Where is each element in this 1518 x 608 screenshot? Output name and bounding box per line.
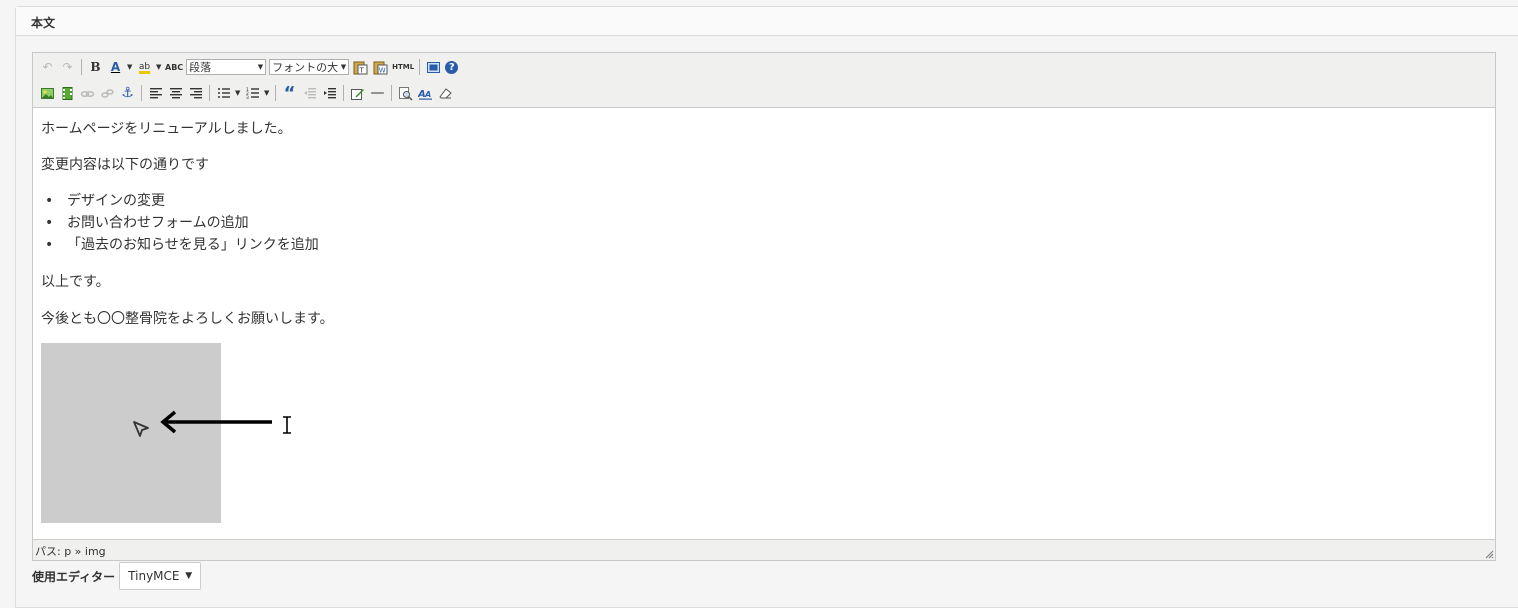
toolbar-separator bbox=[275, 85, 276, 101]
undo-icon[interactable]: ↶ bbox=[39, 59, 56, 76]
highlight-color-icon[interactable]: ab bbox=[136, 59, 153, 76]
paste-word-icon[interactable]: W bbox=[372, 59, 389, 76]
tinymce-editor: ↶ ↷ B A ▼ ab ▼ ABC 段落 ▼ フォントの大 ▼ T W HTM… bbox=[32, 52, 1496, 561]
toolbar-separator bbox=[343, 85, 344, 101]
editor-selector-row: 使用エディター TinyMCE ▼ bbox=[32, 561, 202, 591]
svg-text:A: A bbox=[424, 90, 431, 99]
bullet-list-dropdown-icon[interactable]: ▼ bbox=[235, 89, 241, 97]
insert-image-icon[interactable] bbox=[39, 85, 56, 102]
bullet-icon: • bbox=[45, 215, 54, 231]
chevron-down-icon: ▼ bbox=[185, 571, 193, 581]
chevron-down-icon: ▼ bbox=[340, 63, 347, 71]
remove-format-icon[interactable] bbox=[437, 85, 454, 102]
panel-header: 本文 bbox=[16, 7, 1518, 36]
list-item-text: お問い合わせフォームの追加 bbox=[67, 215, 249, 231]
change-list: • デザインの変更 • お問い合わせフォームの追加 • 「過去のお知らせを見る」リンク… bbox=[41, 190, 319, 256]
unlink-icon[interactable] bbox=[99, 85, 116, 102]
align-left-icon[interactable] bbox=[147, 85, 164, 102]
font-size-select-value: フォントの大 bbox=[272, 61, 339, 74]
toolbar-separator bbox=[391, 85, 392, 101]
preview-icon[interactable] bbox=[397, 85, 414, 102]
resize-handle-icon[interactable] bbox=[1484, 549, 1494, 559]
toolbar-separator bbox=[81, 59, 82, 75]
editor-select[interactable]: TinyMCE ▼ bbox=[119, 562, 202, 590]
align-right-icon[interactable] bbox=[187, 85, 204, 102]
toolbar-row-1: ↶ ↷ B A ▼ ab ▼ ABC 段落 ▼ フォントの大 ▼ T W HTM… bbox=[39, 56, 459, 78]
svg-text:3: 3 bbox=[246, 95, 249, 100]
styles-icon[interactable]: AA bbox=[417, 85, 434, 102]
outdent-icon[interactable] bbox=[301, 85, 318, 102]
body-panel: 本文 ↶ ↷ B A ▼ ab ▼ ABC 段落 ▼ フォントの大 ▼ T W … bbox=[15, 6, 1518, 608]
html-source-icon[interactable]: HTML bbox=[392, 63, 414, 71]
link-icon[interactable] bbox=[79, 85, 96, 102]
svg-text:T: T bbox=[359, 66, 365, 74]
editor-statusbar: パス: p » img bbox=[33, 539, 1495, 560]
highlight-color-dropdown-icon[interactable]: ▼ bbox=[156, 63, 162, 71]
anchor-icon[interactable]: ⚓ bbox=[119, 85, 136, 102]
numbered-list-dropdown-icon[interactable]: ▼ bbox=[264, 89, 270, 97]
list-item: • お問い合わせフォームの追加 bbox=[41, 212, 319, 234]
paragraph-changes: 変更内容は以下の通りです bbox=[41, 157, 209, 173]
paragraph-renewal: ホームページをリニューアルしました。 bbox=[41, 121, 292, 137]
list-item-text: 「過去のお知らせを見る」リンクを追加 bbox=[67, 237, 319, 253]
bold-icon[interactable]: B bbox=[87, 59, 104, 76]
svg-text:W: W bbox=[379, 66, 386, 74]
toolbar-row-2: ⚓ ▼ 123 ▼ “ — A A bbox=[39, 82, 454, 104]
paste-text-icon[interactable]: T bbox=[352, 59, 369, 76]
redo-icon[interactable]: ↷ bbox=[59, 59, 76, 76]
editor-toolbar: ↶ ↷ B A ▼ ab ▼ ABC 段落 ▼ フォントの大 ▼ T W HTM… bbox=[33, 53, 1495, 108]
format-select[interactable]: 段落 ▼ bbox=[186, 59, 267, 75]
paragraph-ending: 以上です。 bbox=[41, 274, 110, 290]
insert-media-icon[interactable] bbox=[59, 85, 76, 102]
toolbar-separator bbox=[419, 59, 421, 75]
editor-select-value: TinyMCE bbox=[128, 569, 180, 583]
toolbar-separator bbox=[209, 85, 210, 101]
bullet-icon: • bbox=[45, 193, 54, 209]
mouse-pointer-icon bbox=[133, 421, 149, 437]
arrow-left-icon bbox=[160, 410, 272, 434]
bullet-icon: • bbox=[45, 237, 54, 253]
text-cursor-icon bbox=[283, 416, 291, 434]
text-color-icon[interactable]: A bbox=[107, 59, 124, 76]
indent-icon[interactable] bbox=[321, 85, 338, 102]
bullet-list-icon[interactable] bbox=[215, 85, 232, 102]
toolbar-separator bbox=[141, 85, 142, 101]
list-item: • デザインの変更 bbox=[41, 190, 319, 212]
panel-title: 本文 bbox=[31, 16, 56, 30]
editor-selector-label: 使用エディター bbox=[32, 569, 116, 584]
fullscreen-icon[interactable] bbox=[425, 59, 442, 76]
element-path[interactable]: パス: p » img bbox=[35, 543, 106, 559]
text-color-dropdown-icon[interactable]: ▼ bbox=[127, 63, 133, 71]
align-center-icon[interactable] bbox=[167, 85, 184, 102]
chevron-down-icon: ▼ bbox=[257, 63, 264, 71]
spellcheck-icon[interactable]: ABC bbox=[165, 63, 183, 72]
list-item-text: デザインの変更 bbox=[67, 193, 165, 209]
blockquote-icon[interactable]: “ bbox=[281, 83, 298, 104]
font-size-select[interactable]: フォントの大 ▼ bbox=[269, 59, 350, 75]
editor-content-area[interactable]: ホームページをリニューアルしました。 変更内容は以下の通りです • デザインの変更… bbox=[33, 108, 1495, 537]
edit-css-icon[interactable] bbox=[349, 85, 366, 102]
format-select-value: 段落 bbox=[189, 61, 212, 74]
paragraph-closing: 今後とも〇〇整骨院をよろしくお願いします。 bbox=[41, 311, 334, 327]
horizontal-rule-icon[interactable]: — bbox=[369, 85, 386, 102]
list-item: • 「過去のお知らせを見る」リンクを追加 bbox=[41, 234, 319, 256]
help-icon[interactable]: ? bbox=[445, 60, 459, 74]
numbered-list-icon[interactable]: 123 bbox=[244, 85, 261, 102]
